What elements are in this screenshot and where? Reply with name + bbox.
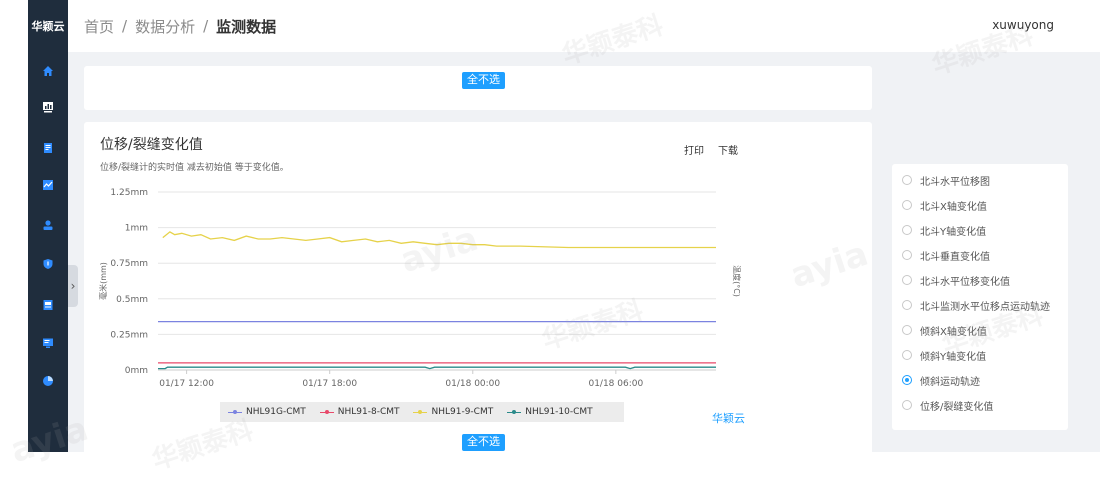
pie-chart-icon[interactable]: [28, 371, 68, 391]
radio-icon[interactable]: [902, 175, 912, 185]
x-tick-label: 01/18 06:00: [588, 379, 643, 389]
breadcrumb-separator: /: [122, 17, 128, 35]
option-item[interactable]: 倾斜Y轴变化值: [902, 346, 986, 364]
logo: 华颖云: [31, 20, 65, 33]
legend-marker-icon: [228, 409, 242, 414]
x-tick-label: 01/18 00:00: [445, 379, 500, 389]
legend-label: NHL91-8-CMT: [337, 407, 400, 417]
option-label: 北斗X轴变化值: [920, 201, 987, 213]
option-item[interactable]: 北斗水平位移变化值: [902, 271, 1010, 289]
username[interactable]: xuwuyong: [992, 18, 1054, 32]
radio-icon[interactable]: [902, 400, 912, 410]
option-item[interactable]: 北斗垂直变化值: [902, 246, 990, 264]
legend-item[interactable]: NHL91-9-CMT: [413, 407, 493, 417]
legend-label: NHL91G-CMT: [246, 407, 306, 417]
radio-icon[interactable]: [902, 250, 912, 260]
y-tick-label: 1mm: [125, 224, 148, 234]
option-label: 北斗监测水平位移点运动轨迹: [920, 301, 1050, 313]
option-label: 位移/裂缝变化值: [920, 401, 994, 413]
breadcrumb-data-analysis[interactable]: 数据分析: [135, 16, 195, 37]
legend-item[interactable]: NHL91G-CMT: [228, 407, 306, 417]
option-label: 北斗垂直变化值: [920, 251, 990, 263]
radio-icon[interactable]: [902, 225, 912, 235]
option-item[interactable]: 北斗监测水平位移点运动轨迹: [902, 296, 1050, 314]
option-label: 北斗Y轴变化值: [920, 226, 987, 238]
page-title: 监测数据: [216, 17, 277, 36]
deselect-all-button[interactable]: 全不选: [462, 72, 505, 89]
y-tick-label: 0.5mm: [116, 295, 148, 305]
y-tick-label: 0.75mm: [110, 259, 148, 269]
x-tick-label: 01/17 12:00: [159, 379, 214, 389]
breadcrumb-home[interactable]: 首页: [84, 16, 114, 37]
y2-axis-title: 温度(°C): [732, 265, 742, 297]
y-tick-label: 0mm: [125, 366, 148, 376]
radio-icon[interactable]: [902, 300, 912, 310]
option-item[interactable]: 倾斜X轴变化值: [902, 321, 987, 339]
y-tick-label: 0.25mm: [110, 330, 148, 340]
user-icon[interactable]: [28, 215, 68, 235]
option-label: 北斗水平位移变化值: [920, 276, 1010, 288]
legend-item[interactable]: NHL91-8-CMT: [319, 407, 400, 417]
shield-icon[interactable]: [28, 254, 68, 274]
series-line: [158, 366, 716, 370]
radio-selected-icon[interactable]: [902, 375, 912, 385]
radio-icon[interactable]: [902, 275, 912, 285]
radio-icon[interactable]: [902, 350, 912, 360]
option-label: 倾斜X轴变化值: [920, 326, 987, 338]
option-item[interactable]: 倾斜运动轨迹: [902, 371, 980, 389]
topbar: 首页 / 数据分析 / 监测数据 xuwuyong: [68, 0, 1100, 52]
brand-link[interactable]: 华颖云: [712, 410, 745, 426]
option-item[interactable]: 位移/裂缝变化值: [902, 396, 993, 414]
legend-item[interactable]: NHL91-10-CMT: [507, 407, 593, 417]
option-item[interactable]: 北斗Y轴变化值: [902, 221, 986, 239]
breadcrumb-separator: /: [203, 17, 209, 35]
chart-legend: NHL91G-CMT NHL91-8-CMT NHL91-9-CMT NHL91…: [220, 402, 624, 422]
top-filter-card: 全不选: [84, 66, 872, 110]
line-chart: 1.25mm 1mm 0.75mm 0.5mm 0.25mm 0mm 01/17 12:00…: [98, 188, 742, 389]
home-icon[interactable]: [28, 61, 68, 81]
report-icon[interactable]: [28, 138, 68, 158]
app-window: 华颖云 › 首页 / 数据分析 / 监测数据 xuwuyong 全不选 位移/裂…: [28, 0, 1100, 452]
monitor-icon[interactable]: [28, 333, 68, 353]
chart-card: 位移/裂缝变化值 位移/裂缝计的实时值 减去初始值 等于变化值。 打印 下载 1…: [84, 122, 872, 452]
y-tick-label: 1.25mm: [110, 188, 148, 198]
radio-icon[interactable]: [902, 325, 912, 335]
legend-label: NHL91-9-CMT: [431, 407, 494, 417]
deselect-all-button-bottom[interactable]: 全不选: [462, 434, 505, 451]
legend-marker-icon: [413, 409, 428, 414]
option-label: 倾斜Y轴变化值: [920, 351, 987, 363]
chart-type-options: 北斗水平位移图 北斗X轴变化值 北斗Y轴变化值 北斗垂直变化值 北斗水平位移变化…: [892, 164, 1068, 430]
chart-icon[interactable]: [28, 175, 68, 195]
legend-marker-icon: [507, 409, 522, 414]
legend-label: NHL91-10-CMT: [525, 407, 593, 417]
x-tick-label: 01/17 18:00: [302, 379, 357, 389]
option-label: 北斗水平位移图: [920, 176, 990, 188]
option-label: 倾斜运动轨迹: [920, 376, 980, 388]
y-axis-title: 毫米(mm): [98, 262, 108, 300]
radio-icon[interactable]: [902, 200, 912, 210]
dashboard-icon[interactable]: [28, 97, 68, 117]
sidebar: 华颖云: [28, 0, 68, 452]
legend-marker-icon: [319, 409, 334, 414]
series-line: [162, 231, 716, 249]
option-item[interactable]: 北斗水平位移图: [902, 171, 990, 189]
sidebar-collapse-toggle[interactable]: ›: [68, 265, 78, 307]
document-icon[interactable]: [28, 295, 68, 315]
option-item[interactable]: 北斗X轴变化值: [902, 196, 987, 214]
